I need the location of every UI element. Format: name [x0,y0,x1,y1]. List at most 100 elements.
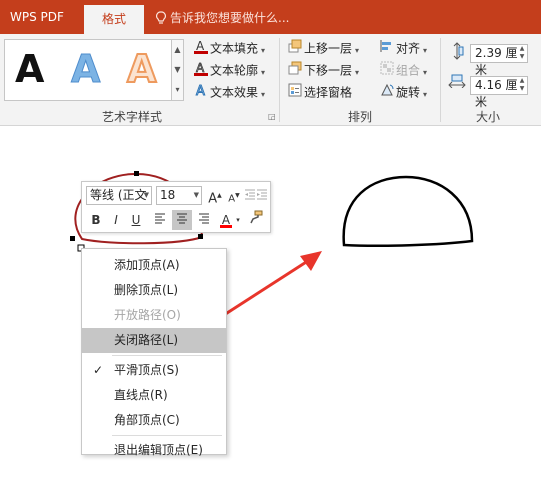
align-right-button[interactable] [194,210,214,230]
shape-height-input[interactable]: 2.39 厘米 ▲ ▼ [470,44,528,77]
gallery-down-icon[interactable]: ▼ [172,60,183,80]
group-label-arrange: 排列 [348,110,373,124]
align-left-button[interactable] [150,210,170,230]
align-icon [378,38,396,60]
align-center-button[interactable] [172,210,192,230]
grow-font-icon: A [208,191,218,207]
bring-forward-label: 上移一层 [304,41,353,56]
tell-me-search[interactable]: 告诉我您想要做什么... [156,9,289,26]
selection-pane-label: 选择窗格 [304,85,353,100]
vertex-handle[interactable] [198,234,203,239]
menu-item-corner-point[interactable]: 角部顶点(C) [82,408,226,433]
text-fill-button[interactable]: A 文本填充 ▾ [192,38,265,58]
font-color-dropdown-icon[interactable]: ▾ [234,210,242,230]
selection-pane-icon [286,82,304,104]
text-fill-label: 文本填充 [210,41,259,56]
menu-separator [112,355,222,356]
format-painter-button[interactable] [246,210,266,230]
red-arrow-head [300,251,322,271]
title-bar: WPS PDF 格式 告诉我您想要做什么... [0,0,541,34]
gallery-more-icon[interactable]: ▾ [172,80,183,100]
ribbon: A A A ▲ ▼ ▾ A 文本填充 ▾ A 文本轮廓 ▾ A 文本效果 ▾ 艺术字样… [0,34,541,126]
menu-item-add-vertex[interactable]: 添加顶点(A) [82,253,226,278]
send-backward-label: 下移一层 [304,63,353,78]
text-outline-button[interactable]: A 文本轮廓 ▾ [192,60,265,80]
italic-button[interactable]: I [106,210,126,230]
dome-shape[interactable] [342,175,474,248]
shape-height-icon [450,42,464,63]
increase-indent-icon[interactable] [256,187,268,205]
menu-item-straight-point[interactable]: 直线点(R) [82,383,226,408]
slide-canvas[interactable]: 等线 (正文 ▼ 18 ▼ A▲ A▼ B I U A ▾ 添加顶点(A) 删除… [0,127,541,482]
group-label-size: 大小 [476,110,501,124]
font-color-bar [220,225,232,228]
tab-format[interactable]: 格式 [84,5,144,34]
send-backward-icon [286,60,304,82]
checkmark-icon: ✓ [93,363,104,377]
group-divider [279,38,280,122]
menu-item-label: 开放路径(O) [114,308,181,322]
group-button[interactable]: 组合 ▾ [378,60,427,80]
shrink-font-button[interactable]: A▼ [226,187,242,205]
group-label-wordart: 艺术字样式 [102,110,163,124]
dialog-launcher-icon[interactable]: ◲ [268,112,276,121]
grow-font-button[interactable]: A▲ [206,187,224,207]
chevron-down-icon: ▼ [143,191,149,199]
gallery-up-icon[interactable]: ▲ [172,40,183,60]
text-effects-label: 文本效果 [210,85,259,100]
wordart-style-gallery[interactable]: A A A [4,39,172,101]
group-label: 组合 [396,63,421,78]
align-center-icon [177,213,187,224]
rotate-button[interactable]: 旋转 ▾ [378,82,427,102]
rotate-icon [378,82,396,104]
font-size-value: 18 [160,188,176,202]
menu-item-smooth-point[interactable]: ✓ 平滑顶点(S) [82,358,226,383]
chevron-down-icon: ▾ [261,67,266,77]
align-right-icon [199,213,209,224]
bold-button[interactable]: B [86,210,106,230]
shape-width-icon [448,74,466,91]
wordart-style-black[interactable]: A [15,46,44,92]
rotate-label: 旋转 [396,85,421,100]
context-menu: 添加顶点(A) 删除顶点(L) 开放路径(O) 关闭路径(L) ✓ 平滑顶点(S… [81,248,227,457]
underline-button[interactable]: U [126,210,146,230]
group-divider [440,38,441,122]
width-spinner-icon[interactable]: ▲ ▼ [517,77,527,94]
svg-text:A: A [196,39,205,53]
font-name-select[interactable]: 等线 (正文 ▼ [86,186,152,205]
font-size-select[interactable]: 18 ▼ [156,186,202,205]
vertex-handle[interactable] [70,236,75,241]
height-spinner-icon[interactable]: ▲ ▼ [517,45,527,62]
menu-item-label: 平滑顶点(S) [114,363,179,377]
menu-item-delete-vertex[interactable]: 删除顶点(L) [82,278,226,303]
shape-width-input[interactable]: 4.16 厘米 ▲ ▼ [470,76,528,109]
menu-item-label: 角部顶点(C) [114,413,180,427]
text-effects-button[interactable]: A 文本效果 ▾ [192,82,266,102]
svg-text:A: A [196,61,205,75]
chevron-down-icon: ▾ [261,89,266,99]
wordart-style-blue[interactable]: A [70,46,100,92]
menu-item-label: 退出编辑顶点(E) [114,443,203,457]
menu-separator [112,435,222,436]
wordart-style-orange[interactable]: A [126,46,157,92]
send-backward-button[interactable]: 下移一层 ▾ [286,60,359,80]
group-icon [378,60,396,82]
align-button[interactable]: 对齐 ▾ [378,38,427,58]
menu-item-label: 添加顶点(A) [114,258,180,272]
tell-me-text: 告诉我您想要做什么... [170,11,290,25]
menu-item-label: 直线点(R) [114,388,168,402]
menu-item-close-path[interactable]: 关闭路径(L) [82,328,226,353]
chevron-down-icon: ▾ [261,45,266,55]
decrease-indent-icon[interactable] [244,187,256,205]
font-color-button[interactable]: A [218,210,234,230]
menu-item-exit-edit-points[interactable]: 退出编辑顶点(E) [82,438,226,463]
bring-forward-button[interactable]: 上移一层 ▾ [286,38,359,58]
bring-forward-icon [286,38,304,60]
shape-height-value: 2.39 厘米 [475,46,518,77]
gallery-scrollbar[interactable]: ▲ ▼ ▾ [172,39,184,101]
vertex-handle[interactable] [134,171,139,176]
selection-pane-button[interactable]: 选择窗格 [286,82,352,102]
menu-item-label: 删除顶点(L) [114,283,179,297]
font-name-value: 等线 (正文 [90,188,147,202]
format-painter-icon [250,210,263,224]
